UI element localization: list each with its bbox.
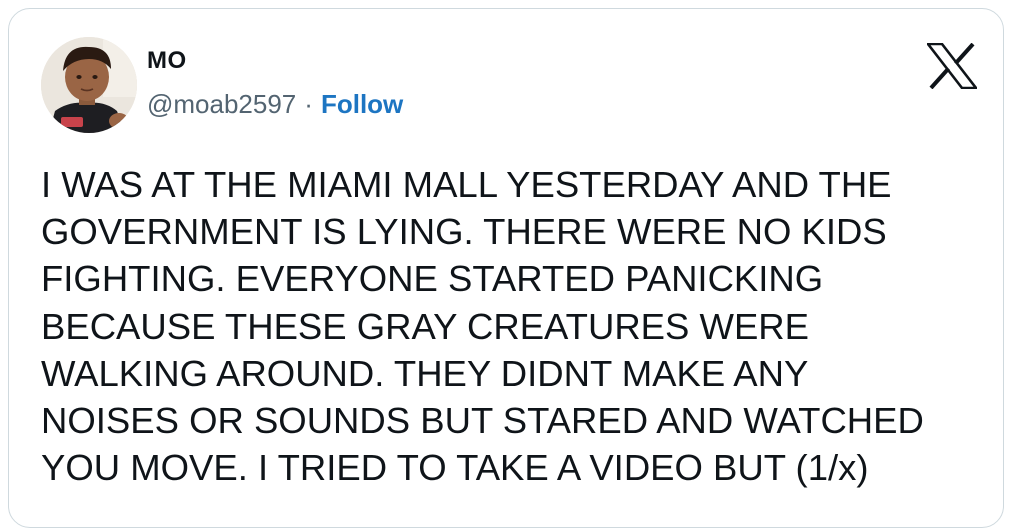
tweet-text-line: NOISES OR SOUNDS BUT STARED AND WATCHED	[41, 400, 924, 442]
x-logo-icon[interactable]	[926, 42, 978, 90]
handle-row: @moab2597 · Follow	[147, 89, 403, 120]
user-avatar-image	[41, 37, 137, 133]
user-handle[interactable]: @moab2597	[147, 89, 296, 119]
tweet-text-line: WALKING AROUND. THEY DIDNT MAKE ANY	[41, 352, 809, 394]
tweet-text: I WAS AT THE MIAMI MALL YESTERDAY AND TH…	[41, 161, 981, 491]
tweet-text-line: GOVERNMENT IS LYING. THERE WERE NO KIDS	[41, 211, 887, 253]
avatar[interactable]	[41, 37, 137, 133]
separator-dot: ·	[304, 89, 313, 119]
tweet-text-line: FIGHTING. EVERYONE STARTED PANICKING	[41, 258, 824, 300]
tweet-text-line: YOU MOVE. I TRIED TO TAKE A VIDEO BUT (1…	[41, 447, 869, 489]
tweet-card: MO @moab2597 · Follow I WAS AT THE MIAMI M…	[8, 8, 1004, 528]
follow-link[interactable]: Follow	[321, 89, 403, 119]
display-name[interactable]: MO	[147, 47, 187, 75]
tweet-text-line: BECAUSE THESE GRAY CREATURES WERE	[41, 305, 810, 347]
tweet-text-line: I WAS AT THE MIAMI MALL YESTERDAY AND TH…	[41, 164, 892, 205]
